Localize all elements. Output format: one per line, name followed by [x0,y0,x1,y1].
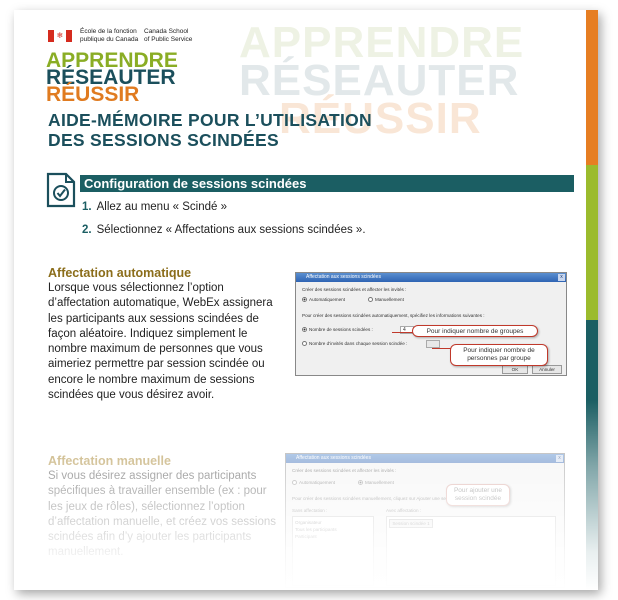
dialog-prompt: Créer des sessions scindées et affecter … [292,468,397,473]
radio-manual[interactable]: Manuellement [358,480,394,486]
motto: APPRENDRE RÉSEAUTER RÉUSSIR [46,50,178,105]
section-heading: Configuration de sessions scindées [80,175,574,192]
auto-heading: Affectation automatique [48,266,192,280]
manual-paragraph: Si vous désirez assigner des participant… [48,470,276,559]
radio-auto[interactable]: Automatiquement [302,297,345,303]
title-line-2: DES SESSIONS SCINDÉES [48,130,279,150]
dialog-title: Affectation aux sessions scindées x [286,454,564,463]
accent-strip-orange [586,10,598,165]
list-item[interactable]: Tous les participants [295,526,371,533]
cancel-button[interactable]: Annuler [532,365,562,374]
unassigned-list[interactable]: Organisateur Tous les participants Parti… [292,516,374,586]
manual-heading: Affectation manuelle [48,454,171,468]
steps-list: 1. Allez au menu « Scindé » 2. Sélectionne… [82,200,366,246]
dialog-title: Affectation aux sessions scindées x [296,273,566,282]
document-title: AIDE-MÉMOIRE POUR L’UTILISATION DES SESS… [48,110,372,150]
manual-dialog-screenshot: Affectation aux sessions scindées x Crée… [285,453,565,588]
radio-auto[interactable]: Automatiquement [292,480,335,486]
canada-flag-icon: ❄ [48,30,72,42]
close-icon[interactable]: x [558,274,565,281]
document-check-icon [46,172,76,208]
accent-strip-teal [586,320,598,590]
org-name-fr: École de la fonction publique du Canada [80,28,139,43]
ok-button[interactable]: OK [502,365,528,374]
step-item: 2. Sélectionnez « Affectations aux sessio… [82,224,366,236]
callout-pointer [392,332,413,333]
callout-groups: Pour indiquer nombre de groupes [412,325,538,337]
assigned-label: Avec affectation : [386,508,422,513]
org-name-en: Canada School of Public Service [144,28,193,43]
list-item[interactable]: Participant [295,533,371,540]
document-page: ❄ École de la fonction publique du Canad… [14,10,598,590]
add-session-button[interactable]: Session scindée 1 [389,519,433,528]
dialog-prompt: Créer des sessions scindées et affecter … [302,287,407,292]
callout-people: Pour indiquer nombre de personnes par gr… [450,344,548,366]
step-item: 1. Allez au menu « Scindé » [82,201,228,213]
guests-count-input[interactable] [426,340,440,348]
assigned-list[interactable]: Session scindée 1 [386,516,556,586]
radio-manual[interactable]: Manuellement [368,297,404,303]
field-sessions-label: Nombre de sessions scindées : [302,327,373,333]
list-item[interactable]: Organisateur [295,519,371,526]
auto-paragraph: Lorsque vous sélectionnez l’option d’aff… [48,282,273,402]
field-guests-label: Nombre d’invités dans chaque session sci… [302,341,407,347]
callout-pointer [432,348,451,349]
close-icon[interactable]: x [556,455,563,462]
callout-add-session: Pour ajouter une session scindée [446,484,510,506]
title-line-1: AIDE-MÉMOIRE POUR L’UTILISATION [48,110,372,130]
unassigned-label: Sans affectation : [292,508,328,513]
dialog-instruction: Pour créer des sessions scindées automat… [302,313,485,318]
accent-strip-green [586,165,598,320]
